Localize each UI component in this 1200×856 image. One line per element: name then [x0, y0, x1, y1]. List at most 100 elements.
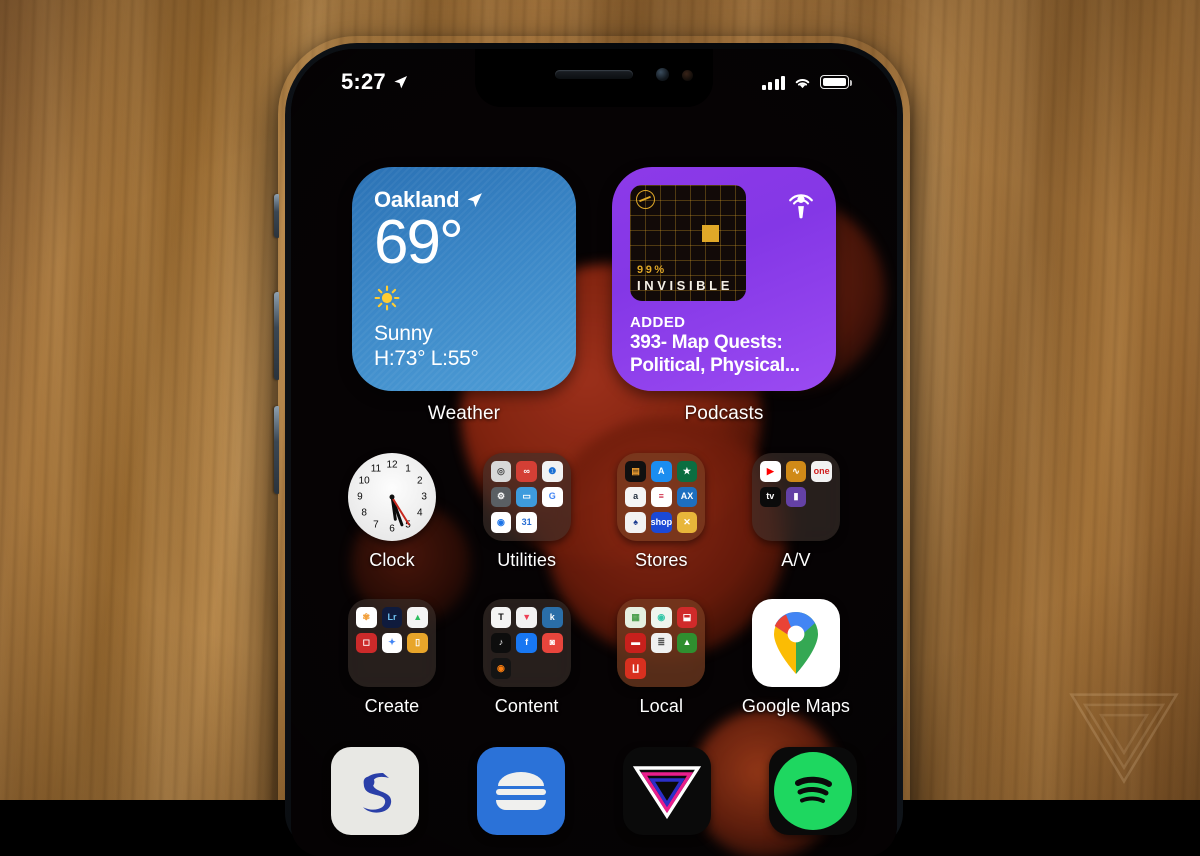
app-label: Clock	[369, 550, 415, 570]
evernote-icon[interactable]: ▲	[407, 607, 428, 628]
apple-maps-icon[interactable]: ▦	[625, 607, 646, 628]
amex-icon[interactable]: AX	[676, 486, 698, 508]
spotify-icon[interactable]	[769, 747, 857, 835]
widget-label-podcasts: Podcasts	[684, 403, 764, 424]
weather-condition: Sunny	[374, 322, 433, 345]
pocket-icon[interactable]: ▼	[516, 607, 537, 628]
transit-icon[interactable]: ≣	[650, 632, 672, 654]
bonobos-icon[interactable]: ♠	[625, 512, 646, 533]
empty	[760, 512, 781, 533]
tiktok-icon[interactable]: ♪	[490, 632, 512, 654]
mute-switch[interactable]	[274, 194, 279, 238]
facebook-icon[interactable]: f	[516, 632, 537, 654]
halide-icon[interactable]: ◻	[356, 632, 377, 654]
bart-icon[interactable]: ⬓	[676, 607, 698, 628]
clock-number: 7	[373, 519, 379, 531]
google-icon[interactable]: G	[541, 486, 563, 508]
app-stores[interactable]: ▤ A ★ a ≡ AX ♠ shop ✕ Stores	[600, 453, 722, 571]
podcasts-icon	[789, 194, 813, 219]
app-label: Google Maps	[741, 696, 851, 716]
empty	[811, 512, 832, 533]
chrome-icon[interactable]: ◉	[490, 512, 512, 533]
podcasts-widget[interactable]: 99% INVISIBLE ADDED 393- Map Quests: Pol…	[612, 167, 836, 391]
clock-number: 3	[421, 491, 427, 503]
the-verge-watermark-icon	[1066, 690, 1182, 786]
delta-icon[interactable]: ≡	[650, 486, 672, 508]
instagram-icon[interactable]: ◙	[541, 632, 563, 654]
clock-number: 12	[386, 459, 398, 471]
amazon-icon[interactable]: a	[625, 486, 646, 508]
youtube-icon[interactable]: ▶	[759, 461, 781, 482]
kindle-icon[interactable]: k	[541, 607, 563, 628]
app-content[interactable]: T ▼ k ♪ f ◙ ◉ Content	[466, 599, 588, 717]
app-row-2: ✾ Lr ▲ ◻ ✦ ▯ Create T ▼ k ♪ f ◙ ◉ Content ▦ ◉ ⬓ ▬ ≣ ▲ ∐ Local G…	[325, 599, 863, 717]
status-bar-left: 5:27	[341, 69, 408, 95]
last-pass-icon[interactable]: ∞	[516, 461, 537, 482]
shortcuts-icon[interactable]: ◎	[490, 461, 512, 482]
clock-number: 4	[417, 507, 423, 519]
clock-number: 2	[417, 475, 423, 487]
vsco-icon[interactable]: ▯	[407, 632, 428, 654]
home-screen: Oakland 69° Sunny H:73° L:55° Weather 99…	[291, 49, 897, 856]
empty	[542, 658, 563, 679]
widget-row: Oakland 69° Sunny H:73° L:55° Weather 99…	[325, 167, 863, 425]
waze-icon[interactable]: ◉	[650, 607, 672, 628]
clock-number: 1	[405, 463, 411, 475]
caltrain-icon[interactable]: ▬	[625, 632, 646, 654]
weather-widget[interactable]: Oakland 69° Sunny H:73° L:55°	[352, 167, 576, 391]
iphone-device: 5:27 Oakland 69° Sunny H:73° L:55° Weath…	[274, 36, 910, 856]
location-arrow-icon	[468, 192, 483, 207]
lightroom-icon[interactable]: Lr	[381, 607, 403, 628]
battery-icon	[820, 75, 852, 89]
folder-icon: ◎ ∞ ❶ ⚙ ▭ G ◉ 31	[482, 453, 571, 541]
photos-icon[interactable]: ✾	[356, 607, 377, 628]
shop-icon[interactable]: shop	[650, 512, 672, 533]
xfinity-icon[interactable]: ✕	[676, 512, 698, 533]
wifi-icon	[795, 78, 810, 88]
app-utilities[interactable]: ◎ ∞ ❶ ⚙ ▭ G ◉ 31 Utilities	[466, 453, 588, 571]
app-local[interactable]: ▦ ◉ ⬓ ▬ ≣ ▲ ∐ Local	[600, 599, 722, 717]
simple-icon[interactable]	[331, 747, 419, 835]
podcast-artwork: 99% INVISIBLE	[630, 185, 746, 301]
location-arrow-icon	[394, 75, 407, 88]
app-store-icon[interactable]: A	[650, 461, 672, 482]
empty	[786, 512, 807, 533]
weather-high-low: H:73° L:55°	[374, 347, 479, 370]
burger-app-icon[interactable]	[477, 747, 565, 835]
overcast-icon[interactable]: ◉	[490, 658, 512, 679]
widget-podcasts-cell: 99% INVISIBLE ADDED 393- Map Quests: Pol…	[612, 167, 836, 425]
calendar-icon[interactable]: 31	[516, 512, 537, 533]
phone-screen[interactable]: 5:27 Oakland 69° Sunny H:73° L:55° Weath…	[291, 49, 897, 856]
empty	[382, 658, 403, 679]
app-row-1: 123456789101112Clock◎∞❶⚙▭G◉31Utilities▤A…	[325, 453, 863, 571]
app-clock[interactable]: 123456789101112Clock	[331, 453, 453, 571]
podcast-show-name: INVISIBLE	[637, 278, 733, 293]
authy-icon[interactable]: ⚙	[490, 486, 512, 508]
sonos-icon[interactable]: ∿	[785, 461, 807, 482]
the-verge-icon[interactable]	[623, 747, 711, 835]
empty	[542, 512, 563, 533]
twitch-icon[interactable]: ▮	[785, 486, 807, 508]
clock-number: 6	[389, 523, 395, 535]
clock-number: 8	[361, 507, 367, 519]
alltrails-icon[interactable]: ▲	[676, 632, 698, 654]
empty	[356, 658, 377, 679]
app-label: Content	[494, 696, 559, 716]
one-remote-icon[interactable]: one	[811, 461, 832, 482]
app-a-v[interactable]: ▶ ∿ one tv ▮ A/V	[735, 453, 857, 571]
files-icon[interactable]: ▭	[516, 486, 537, 508]
app-create[interactable]: ✾ Lr ▲ ◻ ✦ ▯ Create	[331, 599, 453, 717]
volume-down-button[interactable]	[274, 406, 279, 494]
1password-icon[interactable]: ❶	[541, 461, 563, 482]
new-york-times-icon[interactable]: T	[490, 607, 512, 628]
app-google-maps[interactable]: Google Maps	[735, 599, 857, 717]
volume-up-button[interactable]	[274, 292, 279, 380]
apple-tv-icon[interactable]: tv	[759, 486, 781, 508]
folder-icon: ✾ Lr ▲ ◻ ✦ ▯	[348, 599, 436, 687]
under-armour-icon[interactable]: ∐	[625, 658, 646, 679]
empty	[651, 658, 672, 679]
google-photos-icon[interactable]: ✦	[381, 632, 403, 654]
wallet-icon[interactable]: ▤	[625, 461, 646, 482]
starbucks-icon[interactable]: ★	[676, 461, 698, 482]
99pi-logo-icon	[636, 190, 655, 209]
